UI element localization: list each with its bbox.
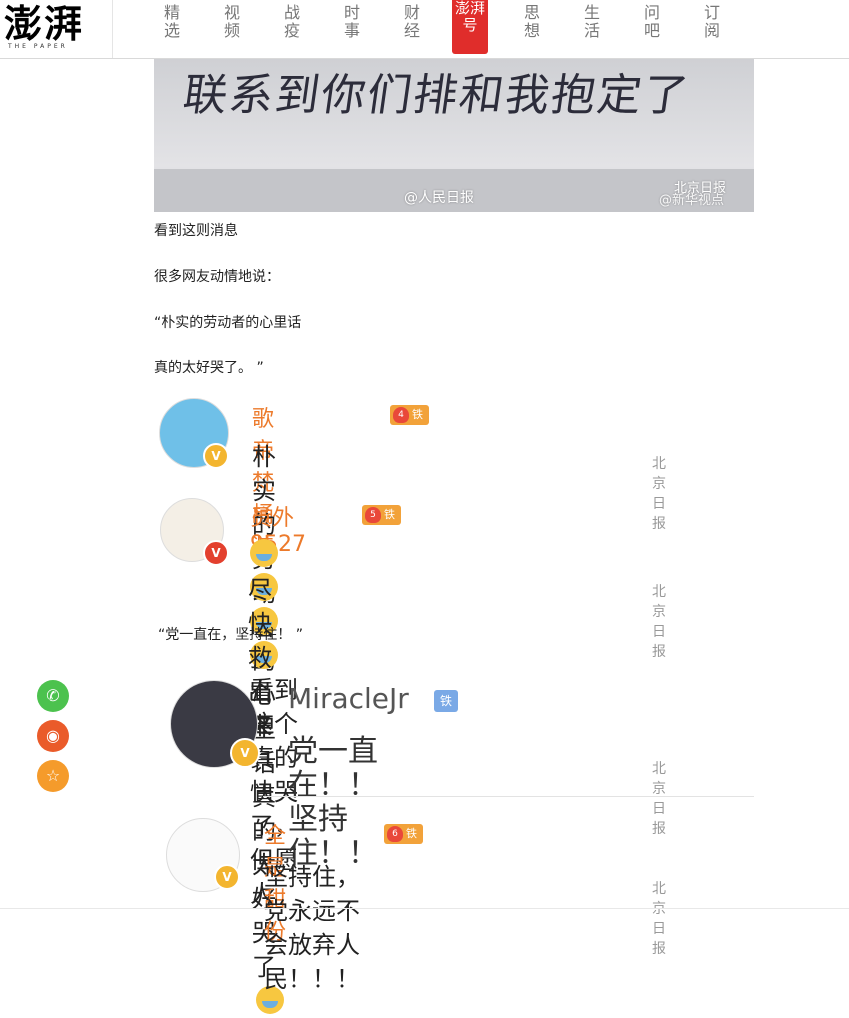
nav-item-shishi[interactable]: 时事 bbox=[340, 4, 364, 40]
article-paragraph: 看到这则消息 bbox=[154, 223, 238, 239]
logo-text: 澎湃 bbox=[4, 1, 85, 46]
article-paragraph: “党一直在，坚持住！ ” bbox=[158, 627, 303, 643]
heart-icon: 6 bbox=[387, 826, 403, 842]
fan-tag: 6 铁粉 bbox=[384, 824, 423, 860]
top-nav-bar: 澎湃 THE PAPER 精选 视频 战疫 时事 财经 澎湃号 思想 生活 问吧… bbox=[0, 0, 849, 59]
bj-watermark: 北京日报 bbox=[652, 456, 666, 532]
weibo-watermark: @人民日报 bbox=[404, 190, 474, 206]
bj-watermark: 北京日报 bbox=[652, 584, 666, 660]
handwritten-note-text: 联系到你们排和我抱定了 bbox=[179, 70, 693, 121]
crying-emoji-icon bbox=[250, 539, 278, 567]
logo-subtext: THE PAPER bbox=[8, 43, 68, 50]
comment-text: 党一直在！！坚持住！！ bbox=[288, 734, 378, 871]
weibo-icon[interactable]: ◉ bbox=[37, 720, 69, 752]
nav-item-jingxuan[interactable]: 精选 bbox=[160, 4, 184, 40]
fan-tag: 5 铁粉 bbox=[362, 505, 401, 541]
comment-text: 坚持住，党永远不会放弃人民！！！ bbox=[264, 863, 360, 993]
heart-icon: 5 bbox=[365, 507, 381, 523]
fan-tag: 铁粉 bbox=[434, 690, 459, 730]
xinhua-watermark: @新华视点 bbox=[659, 193, 725, 208]
verified-badge: V bbox=[203, 540, 229, 566]
site-logo[interactable]: 澎湃 THE PAPER bbox=[0, 0, 113, 58]
verified-badge: V bbox=[203, 443, 229, 469]
verified-badge: V bbox=[214, 864, 240, 890]
fan-tag: 4 铁粉 bbox=[390, 405, 429, 441]
article-paragraph: “朴实的劳动者的心里话 bbox=[154, 315, 302, 331]
article-image-note: 联系到你们排和我抱定了 @人民日报 北京日报 @新华视点 bbox=[154, 59, 754, 212]
comment-divider bbox=[263, 796, 754, 797]
wechat-icon[interactable]: ✆ bbox=[37, 680, 69, 712]
article-paragraph: 真的太好哭了。 ” bbox=[154, 360, 264, 376]
nav-item-caijing[interactable]: 财经 bbox=[400, 4, 424, 40]
nav-item-wenba[interactable]: 问吧 bbox=[640, 4, 664, 40]
article-paragraph: 很多网友动情地说： bbox=[154, 269, 280, 285]
bj-watermark: 北京日报 bbox=[652, 761, 666, 837]
nav-item-dingyue[interactable]: 订阅 bbox=[700, 4, 724, 40]
nav-item-pengpaihao[interactable]: 澎湃号 bbox=[452, 0, 488, 54]
nav-item-shenghuo[interactable]: 生活 bbox=[580, 4, 604, 40]
bj-watermark: 北京日报 bbox=[652, 881, 666, 957]
nav-item-shipin[interactable]: 视频 bbox=[220, 4, 244, 40]
heart-icon: 4 bbox=[393, 407, 409, 423]
star-icon[interactable]: ☆ bbox=[37, 760, 69, 792]
bottom-divider bbox=[0, 908, 849, 909]
nav-item-zhanyi[interactable]: 战疫 bbox=[280, 4, 304, 40]
verified-badge: V bbox=[230, 738, 260, 768]
nav-item-sixiang[interactable]: 思想 bbox=[520, 4, 544, 40]
comment-username: MiracleJr bbox=[288, 682, 409, 715]
